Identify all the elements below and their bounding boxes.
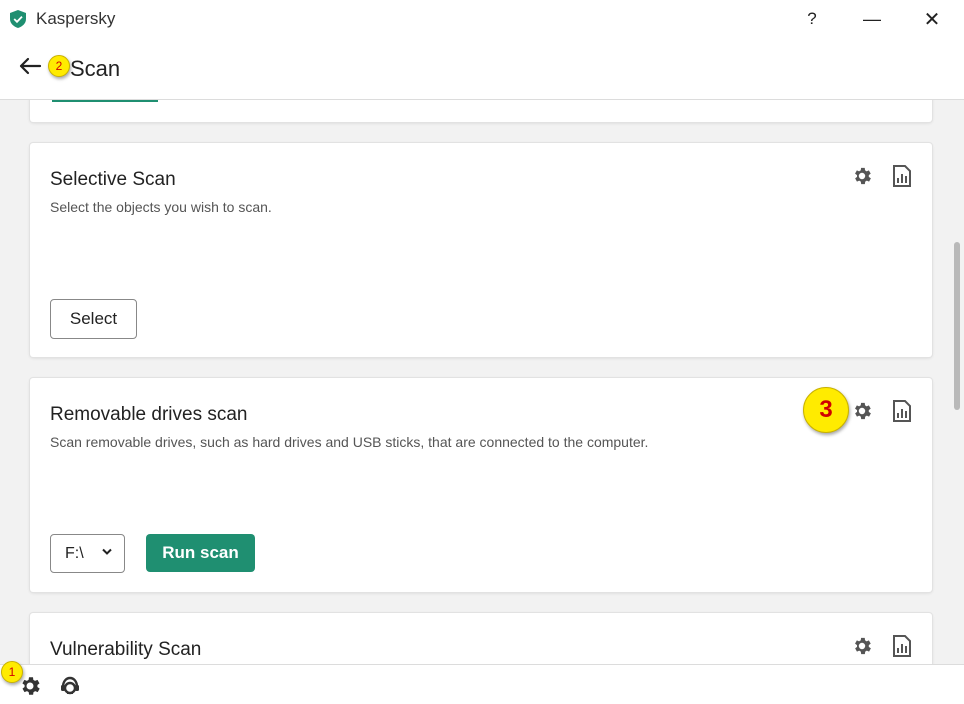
window-titlebar: Kaspersky ? — ✕ — [0, 0, 964, 38]
arrow-left-icon[interactable] — [16, 52, 44, 80]
shield-check-icon — [10, 10, 26, 28]
selective-scan-card: Selective Scan Select the objects you wi… — [30, 143, 932, 357]
help-button[interactable]: ? — [792, 4, 832, 34]
annotation-marker-1: 1 — [1, 661, 23, 683]
card-title: Selective Scan — [50, 169, 176, 190]
removable-drives-scan-card: Removable drives scan Scan removable dri… — [30, 378, 932, 592]
support-icon[interactable] — [58, 674, 82, 698]
drive-select-value: F:\ — [65, 544, 84, 562]
annotation-marker-2: 2 — [48, 55, 70, 77]
gear-icon[interactable] — [850, 634, 874, 658]
card-button-edge — [52, 100, 158, 102]
card-title: Vulnerability Scan — [50, 639, 202, 660]
vulnerability-scan-card: Vulnerability Scan — [30, 613, 932, 664]
report-icon[interactable] — [890, 164, 914, 188]
page-title: Scan — [70, 56, 121, 81]
scan-list: Selective Scan Select the objects you wi… — [0, 100, 948, 664]
chevron-down-icon — [102, 548, 112, 555]
gear-icon[interactable] — [850, 399, 874, 423]
footer-bar — [0, 664, 964, 704]
minimize-button[interactable]: — — [852, 4, 892, 34]
card-description: Select the objects you wish to scan. — [50, 199, 272, 215]
drive-select[interactable]: F:\ — [50, 534, 125, 573]
card-title: Removable drives scan — [50, 404, 248, 425]
report-icon[interactable] — [890, 399, 914, 423]
close-button[interactable]: ✕ — [912, 4, 952, 34]
previous-scan-card — [30, 100, 932, 122]
page-header: Scan — [0, 38, 964, 100]
scrollbar[interactable] — [948, 100, 964, 664]
gear-icon[interactable] — [850, 164, 874, 188]
app-title: Kaspersky — [36, 9, 116, 28]
report-icon[interactable] — [890, 634, 914, 658]
gear-icon[interactable] — [18, 674, 42, 698]
scrollbar-thumb[interactable] — [954, 242, 960, 410]
run-scan-button[interactable]: Run scan — [146, 534, 255, 572]
select-button[interactable]: Select — [50, 299, 137, 339]
annotation-marker-3: 3 — [803, 387, 849, 433]
card-description: Scan removable drives, such as hard driv… — [50, 434, 649, 450]
